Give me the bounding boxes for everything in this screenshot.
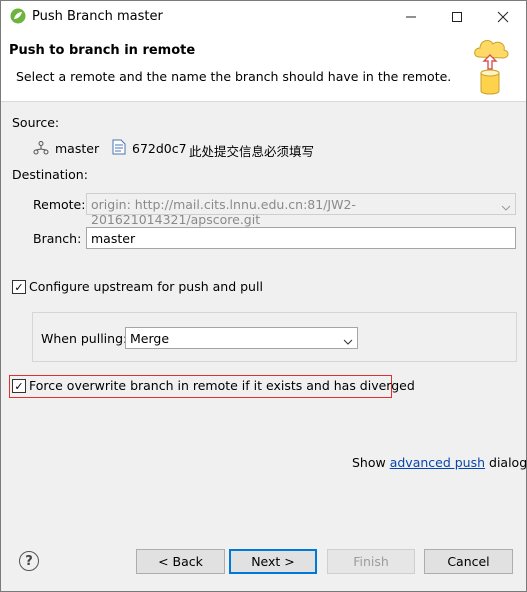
advanced-push-link[interactable]: advanced push <box>390 455 485 470</box>
title-bar: Push Branch master <box>1 1 526 33</box>
finish-button[interactable]: Finish <box>327 549 415 574</box>
cancel-button[interactable]: Cancel <box>424 549 513 574</box>
force-overwrite-checkbox[interactable]: ✓ <box>12 379 26 393</box>
window-title: Push Branch master <box>32 9 163 24</box>
advanced-push-line: Show advanced push dialog <box>352 455 527 470</box>
force-overwrite-label: Force overwrite branch in remote if it e… <box>29 378 415 393</box>
branch-icon <box>33 141 49 158</box>
spring-leaf-icon <box>10 8 26 27</box>
commit-id: 672d0c7 <box>132 141 187 156</box>
wizard-header: Push to branch in remote Select a remote… <box>1 33 526 102</box>
chevron-down-icon <box>501 200 511 215</box>
source-branch: master <box>55 141 100 156</box>
minimize-button[interactable] <box>388 1 434 33</box>
configure-upstream-checkbox[interactable]: ✓ <box>12 280 26 294</box>
when-pulling-label: When pulling: <box>41 331 128 346</box>
advanced-prefix: Show <box>352 455 390 470</box>
page-title: Push to branch in remote <box>9 43 196 58</box>
close-button[interactable] <box>480 1 526 33</box>
next-button[interactable]: Next > <box>229 549 317 574</box>
cloud-database-push-icon <box>471 35 511 102</box>
when-pulling-value: Merge <box>130 331 170 346</box>
source-label: Source: <box>12 115 60 130</box>
configure-upstream-label: Configure upstream for push and pull <box>29 279 263 294</box>
branch-label: Branch: <box>33 231 82 246</box>
remote-value: origin: http://mail.cits.lnnu.edu.cn:81/… <box>91 197 356 227</box>
chevron-down-icon <box>343 334 353 349</box>
commit-icon <box>112 139 126 158</box>
destination-label: Destination: <box>12 167 88 182</box>
push-branch-dialog: Push Branch master Push to branch in rem… <box>0 0 527 592</box>
commit-message: 此处提交信息必须填写 <box>189 144 315 159</box>
remote-label: Remote: <box>33 197 86 212</box>
page-subtitle: Select a remote and the name the branch … <box>16 69 452 84</box>
back-button[interactable]: < Back <box>136 549 225 574</box>
branch-input[interactable]: master <box>86 227 516 249</box>
maximize-button[interactable] <box>434 1 480 33</box>
help-icon[interactable]: ? <box>19 551 39 571</box>
advanced-suffix: dialog <box>485 455 527 470</box>
when-pulling-select[interactable]: Merge <box>125 327 358 349</box>
remote-select[interactable]: origin: http://mail.cits.lnnu.edu.cn:81/… <box>86 193 516 227</box>
